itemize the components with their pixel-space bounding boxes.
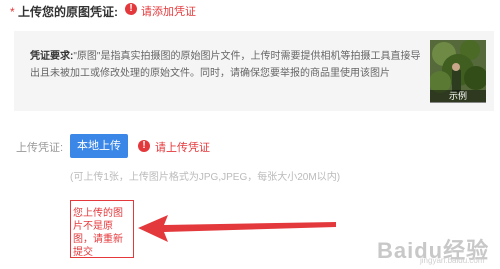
requirement-body: "原图"是指真实拍摄图的原始图片文件，上传时需要提供相机等拍摄工具直接导出且未被… <box>30 51 421 79</box>
example-label: 示例 <box>430 90 486 103</box>
upload-hint: (可上传1张，上传图片格式为JPG,JPEG，每张大小20M以内) <box>70 172 341 183</box>
upload-warning-text: 请上传凭证 <box>155 142 210 154</box>
local-upload-button[interactable]: 本地上传 <box>70 134 128 158</box>
requirement-label: 凭证要求: <box>30 51 74 62</box>
annotation-text: 您上传的图片不是原图，请重新提交 <box>73 208 123 258</box>
exclamation-circle-icon: ! <box>125 3 137 15</box>
arrow-left-icon <box>138 215 336 242</box>
header-warning-text: 请添加凭证 <box>141 6 196 18</box>
upload-label: 上传凭证: <box>16 142 64 154</box>
required-marker: * <box>10 5 15 19</box>
exclamation-circle-icon: ! <box>138 140 150 152</box>
requirement-text: 凭证要求:"原图"是指真实拍摄图的原始图片文件，上传时需要提供相机等拍摄工具直接… <box>30 48 425 82</box>
section-title: 上传您的原图凭证: <box>18 5 118 19</box>
watermark-url: jingyan.baidu.com <box>420 256 485 265</box>
